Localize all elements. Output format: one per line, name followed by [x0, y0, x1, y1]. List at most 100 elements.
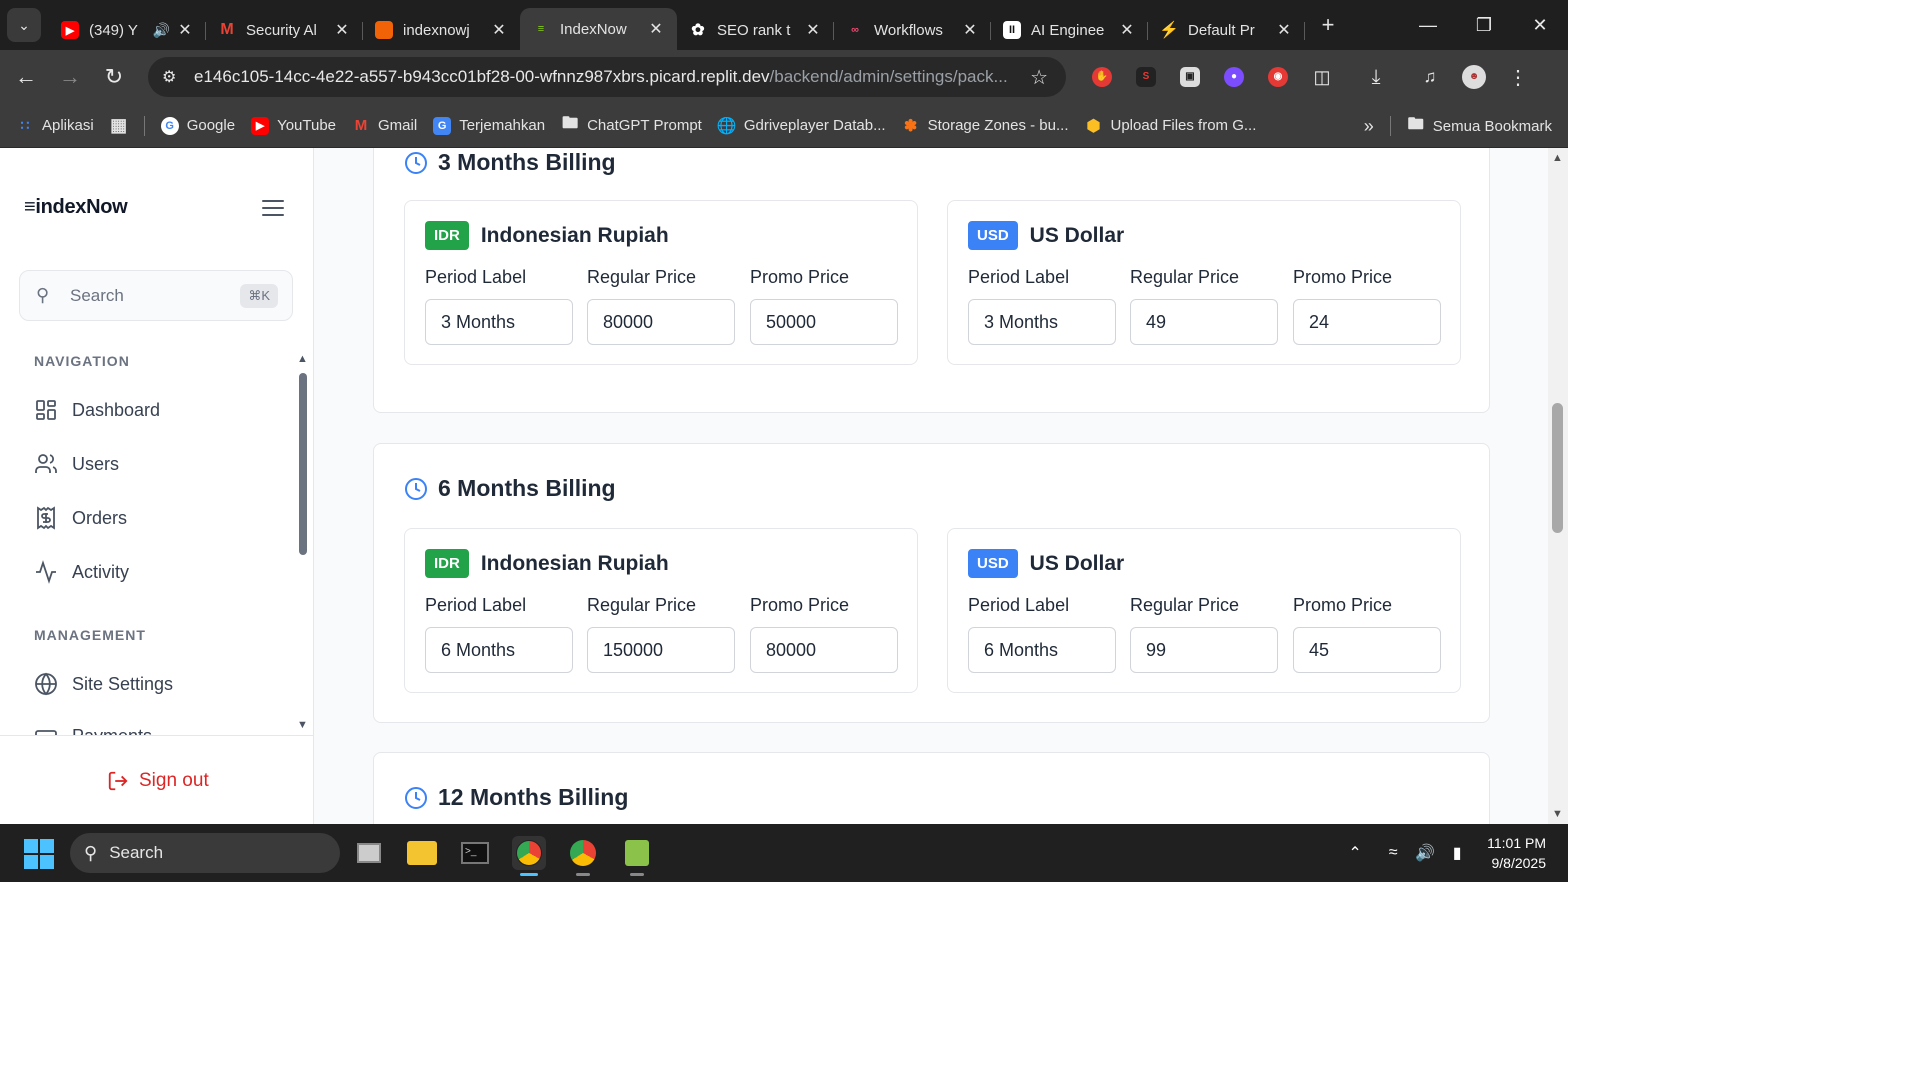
indexnow-logo[interactable]: ≡indexNow — [24, 196, 128, 219]
tab-search-button[interactable]: ⌄ — [7, 8, 41, 42]
close-tab-icon[interactable]: ✕ — [1275, 20, 1293, 40]
wifi-icon[interactable]: ≈ — [1377, 844, 1409, 862]
sign-out-button[interactable]: Sign out — [107, 770, 209, 792]
chevron-up-icon[interactable]: ⌃ — [1339, 843, 1371, 863]
bookmark-gmail[interactable]: M Gmail — [352, 117, 417, 135]
extensions-puzzle-icon[interactable]: ◫ — [1300, 50, 1344, 104]
sidebar-search-input[interactable]: ⚲ Search ⌘K — [19, 270, 293, 321]
url-text[interactable]: e146c105-14cc-4e22-a557-b943cc01bf28-00-… — [194, 67, 1024, 87]
bookmark-star-icon[interactable]: ☆ — [1030, 65, 1048, 90]
close-tab-icon[interactable]: ✕ — [961, 20, 979, 40]
address-bar[interactable]: ⚙ e146c105-14cc-4e22-a557-b943cc01bf28-0… — [148, 57, 1066, 97]
password-extension-icon[interactable]: ◉ — [1256, 50, 1300, 104]
sidebar-item-label: Activity — [72, 561, 130, 582]
close-tab-icon[interactable]: ✕ — [490, 20, 508, 40]
tab-workflows[interactable]: ∞ Workflows ✕ — [834, 10, 991, 50]
bookmark-translate[interactable]: G Terjemahkan — [433, 116, 545, 135]
download-icon[interactable]: ⤓ — [1354, 50, 1398, 104]
period-label-input[interactable]: 3 Months — [968, 299, 1116, 345]
close-tab-icon[interactable]: ✕ — [176, 20, 194, 40]
sidebar-item-users[interactable]: Users — [34, 452, 119, 476]
close-tab-icon[interactable]: ✕ — [1118, 20, 1136, 40]
notepad-app-icon[interactable] — [620, 836, 654, 876]
minimize-icon[interactable]: — — [1400, 15, 1456, 36]
scroll-down-arrow-icon[interactable]: ▼ — [1552, 808, 1563, 820]
bookmark-apps[interactable]: ∷ Aplikasi — [16, 117, 94, 135]
chrome-profile-icon[interactable] — [566, 836, 600, 876]
bookmark-storage-zones[interactable]: ✽ Storage Zones - bu... — [902, 117, 1069, 135]
regular-price-input[interactable]: 49 — [1130, 299, 1278, 345]
scroll-up-arrow-icon[interactable]: ▲ — [297, 353, 308, 365]
new-tab-button[interactable]: + — [1313, 12, 1343, 38]
sidebar-item-orders[interactable]: Orders — [34, 506, 127, 530]
windows-start-icon[interactable] — [24, 839, 54, 869]
promo-price-input[interactable]: 50000 — [750, 299, 898, 345]
period-label-input[interactable]: 3 Months — [425, 299, 573, 345]
tab-seo-rank[interactable]: ✿ SEO rank t ✕ — [677, 10, 834, 50]
scroll-up-arrow-icon[interactable]: ▲ — [1552, 152, 1563, 164]
period-label-input[interactable]: 6 Months — [425, 627, 573, 673]
tab-indexnow[interactable]: ≡ IndexNow ✕ — [520, 8, 677, 50]
media-control-icon[interactable]: ♫ — [1408, 50, 1452, 104]
battery-icon[interactable]: ▮ — [1441, 843, 1473, 863]
all-bookmarks-button[interactable]: 🖿 Semua Bookmark — [1407, 116, 1552, 135]
terminal-icon[interactable]: >_ — [458, 836, 492, 870]
page-scrollbar[interactable]: ▲ ▼ — [1548, 148, 1568, 824]
bookmark-chatgpt-prompt[interactable]: 🖿 ChatGPT Prompt — [561, 115, 702, 135]
color-picker-extension-icon[interactable]: ● — [1212, 50, 1256, 104]
bookmarks-bar: ∷ Aplikasi ▦ G Google ▶ YouTube M Gmail G Ter… — [0, 104, 1568, 148]
scroll-down-arrow-icon[interactable]: ▼ — [297, 719, 308, 731]
close-tab-icon[interactable]: ✕ — [333, 20, 351, 40]
regular-price-input[interactable]: 99 — [1130, 627, 1278, 673]
menu-kebab-icon[interactable]: ⋮ — [1496, 50, 1540, 104]
sidebar-item-dashboard[interactable]: Dashboard — [34, 398, 160, 422]
close-window-icon[interactable]: ✕ — [1512, 15, 1568, 36]
tab-supabase[interactable]: ⚡ Default Pr ✕ — [1148, 10, 1305, 50]
tab-groups-button[interactable]: ▦ — [110, 115, 128, 135]
sidebar-item-activity[interactable]: Activity — [34, 560, 129, 584]
sidebar-item-label: Payments — [72, 726, 152, 735]
promo-price-input[interactable]: 45 — [1293, 627, 1441, 673]
sidebar-item-site-settings[interactable]: Site Settings — [34, 672, 173, 696]
tab-ai-engineer[interactable]: II AI Enginee ✕ — [991, 10, 1148, 50]
hamburger-menu-icon[interactable] — [262, 200, 284, 218]
forward-arrow-icon[interactable]: → — [48, 64, 92, 90]
sidebar-item-payments[interactable]: Payments — [34, 726, 152, 735]
tab-youtube[interactable]: ▶ (349) Y 🔊 ✕ — [49, 10, 206, 50]
sidebar-scrollbar[interactable]: ▲ ▼ — [296, 353, 310, 733]
bookmark-google[interactable]: G Google — [160, 116, 235, 135]
more-bookmarks-chevron-icon[interactable]: » — [1364, 116, 1374, 137]
bookmark-gdriveplayer[interactable]: 🌐 Gdriveplayer Datab... — [717, 117, 886, 135]
speaker-icon[interactable]: 🔊 — [153, 22, 170, 39]
chrome-icon[interactable] — [512, 836, 546, 876]
promo-price-input[interactable]: 80000 — [750, 627, 898, 673]
close-tab-icon[interactable]: ✕ — [804, 20, 822, 40]
regular-price-caption: Regular Price — [1130, 595, 1240, 615]
profile-avatar[interactable]: ☻ — [1452, 50, 1496, 104]
tab-gmail[interactable]: M Security Al ✕ — [206, 10, 363, 50]
file-explorer-icon[interactable] — [405, 836, 439, 870]
taskbar-search-input[interactable]: ⚲ Search — [70, 833, 340, 873]
regular-price-input[interactable]: 150000 — [587, 627, 735, 673]
restore-icon[interactable]: ❐ — [1456, 15, 1512, 36]
bookmark-youtube[interactable]: ▶ YouTube — [251, 116, 336, 135]
regular-price-caption: Regular Price — [587, 595, 697, 615]
volume-icon[interactable]: 🔊 — [1409, 843, 1441, 863]
promo-price-input[interactable]: 24 — [1293, 299, 1441, 345]
billing-title-text: 12 Months Billing — [438, 784, 629, 810]
seo-extension-icon[interactable]: S — [1124, 50, 1168, 104]
bookmark-upload-files[interactable]: ⬢ Upload Files from G... — [1085, 117, 1257, 135]
adblock-extension-icon[interactable]: ✋ — [1080, 50, 1124, 104]
back-arrow-icon[interactable]: ← — [4, 64, 48, 90]
close-tab-icon[interactable]: ✕ — [647, 19, 665, 39]
task-view-icon[interactable] — [352, 836, 386, 870]
reload-icon[interactable]: ↻ — [92, 64, 136, 90]
taskbar-clock[interactable]: 11:01 PM 9/8/2025 — [1487, 833, 1546, 873]
qr-code-extension-icon[interactable]: ▣ — [1168, 50, 1212, 104]
tab-replit[interactable]: indexnowj ✕ — [363, 10, 520, 50]
regular-price-input[interactable]: 80000 — [587, 299, 735, 345]
period-label-input[interactable]: 6 Months — [968, 627, 1116, 673]
page-scroll-thumb[interactable] — [1552, 403, 1563, 533]
site-info-icon[interactable]: ⚙ — [162, 67, 188, 87]
sidebar-scroll-thumb[interactable] — [299, 373, 307, 555]
